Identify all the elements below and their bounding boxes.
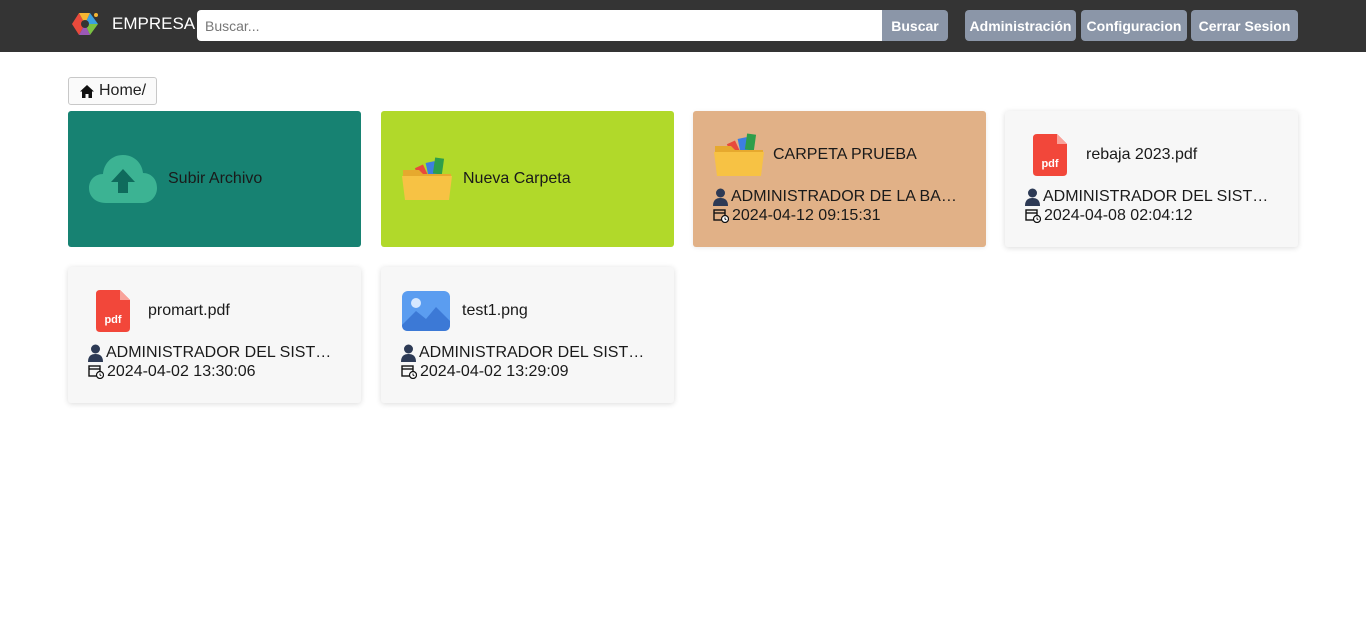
item-name: rebaja 2023.pdf	[1086, 146, 1198, 163]
svg-text:pdf: pdf	[104, 314, 121, 326]
item-date: 2024-04-12 09:15:31	[732, 206, 881, 224]
owner-row: ADMINISTRADOR DEL SISTEMA	[1025, 187, 1278, 206]
item-date: 2024-04-08 02:04:12	[1044, 206, 1193, 224]
user-icon	[1025, 188, 1040, 206]
folder-icon	[714, 133, 764, 176]
owner-row: ADMINISTRADOR DEL SISTEMA	[88, 343, 341, 362]
pdf-icon: pdf	[1033, 134, 1067, 176]
calendar-clock-icon	[713, 209, 729, 223]
cloud-upload-icon	[89, 155, 157, 203]
upload-file-label: Subir Archivo	[168, 170, 263, 187]
calendar-clock-icon	[401, 365, 417, 379]
brand-logo-icon	[72, 13, 98, 35]
home-icon	[80, 84, 94, 98]
item-name: promart.pdf	[148, 302, 230, 319]
date-row: 2024-04-12 09:15:31	[713, 206, 966, 225]
owner-row: ADMINISTRADOR DEL SISTEMA	[401, 343, 654, 362]
file-card[interactable]: pdf rebaja 2023.pdf ADMINISTRADOR DEL SI…	[1005, 111, 1298, 247]
administracion-button[interactable]: Administración	[965, 10, 1076, 41]
item-name: test1.png	[462, 302, 528, 319]
item-owner: ADMINISTRADOR DE LA BASE DE DATOS	[731, 187, 966, 205]
upload-file-card[interactable]: Subir Archivo	[68, 111, 361, 247]
new-folder-label: Nueva Carpeta	[463, 170, 571, 187]
user-icon	[401, 344, 416, 362]
item-owner: ADMINISTRADOR DEL SISTEMA	[419, 343, 654, 361]
image-icon	[402, 291, 450, 331]
file-card[interactable]: pdf promart.pdf ADMINISTRADOR DEL SISTEM…	[68, 267, 361, 403]
calendar-clock-icon	[1025, 209, 1041, 223]
svg-text:pdf: pdf	[1041, 158, 1058, 170]
file-card[interactable]: test1.png ADMINISTRADOR DEL SISTEMA 2024…	[381, 267, 674, 403]
folder-card[interactable]: CARPETA PRUEBA ADMINISTRADOR DE LA BASE …	[693, 111, 986, 247]
item-date: 2024-04-02 13:29:09	[420, 362, 569, 380]
user-icon	[88, 344, 103, 362]
top-navbar: EMPRESA Buscar Administración Configurac…	[0, 0, 1366, 52]
pdf-icon: pdf	[96, 290, 130, 332]
search-input[interactable]	[197, 10, 883, 41]
date-row: 2024-04-08 02:04:12	[1025, 206, 1278, 225]
user-icon	[713, 188, 728, 206]
search-button[interactable]: Buscar	[882, 10, 948, 41]
brand-name: EMPRESA	[112, 14, 196, 33]
item-date: 2024-04-02 13:30:06	[107, 362, 256, 380]
item-owner: ADMINISTRADOR DEL SISTEMA	[106, 343, 341, 361]
owner-row: ADMINISTRADOR DE LA BASE DE DATOS	[713, 187, 966, 206]
item-name: CARPETA PRUEBA	[773, 146, 917, 163]
folder-icon	[402, 157, 452, 200]
brand[interactable]: EMPRESA	[68, 8, 195, 40]
date-row: 2024-04-02 13:29:09	[401, 362, 654, 381]
cerrar-sesion-button[interactable]: Cerrar Sesion	[1191, 10, 1298, 41]
configuracion-button[interactable]: Configuracion	[1081, 10, 1187, 41]
item-owner: ADMINISTRADOR DEL SISTEMA	[1043, 187, 1278, 205]
calendar-clock-icon	[88, 365, 104, 379]
breadcrumb[interactable]: Home/	[68, 77, 158, 105]
new-folder-card[interactable]: Nueva Carpeta	[381, 111, 674, 247]
date-row: 2024-04-02 13:30:06	[88, 362, 341, 381]
breadcrumb-home-label: Home/	[99, 82, 147, 99]
